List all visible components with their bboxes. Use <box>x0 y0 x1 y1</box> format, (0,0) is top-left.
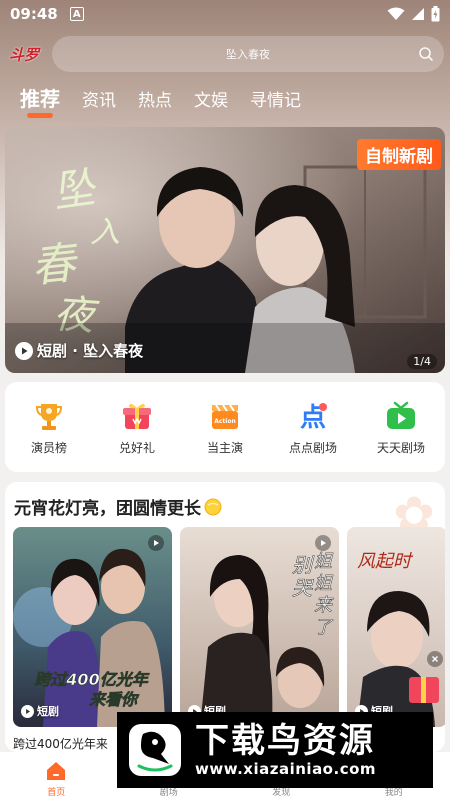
nav-home[interactable]: 首页 <box>26 759 86 798</box>
quick-entry-panel: 演员榜 兑好礼 Action 当主演 点 点点剧场 天天剧场 <box>5 382 445 472</box>
svg-text:来看你: 来看你 <box>89 690 140 709</box>
tab-entertainment[interactable]: 文娱 <box>194 83 228 123</box>
tab-label: 推荐 <box>20 87 60 111</box>
quick-entry-label: 点点剧场 <box>288 440 337 455</box>
tab-recommend[interactable]: 推荐 <box>20 83 60 123</box>
drama-poster-image: 风起时 <box>347 527 445 727</box>
watermark-title: 下载鸟资源 <box>195 721 375 761</box>
drama-card[interactable]: 风起时 短剧 <box>347 527 445 727</box>
battery-icon <box>431 6 440 22</box>
gift-icon <box>123 403 151 429</box>
search-placeholder: 坠入春夜 <box>226 48 270 61</box>
wifi-icon <box>387 7 405 20</box>
self-made-badge: 自制新剧 <box>357 139 441 170</box>
banner-caption: 短剧 · 坠入春夜 <box>15 340 143 361</box>
drama-poster-image: 跨过400亿光年 来看你 <box>13 527 172 727</box>
play-icon <box>21 704 34 718</box>
svg-text:Action: Action <box>214 418 236 425</box>
banner-pager: 1/4 <box>407 354 437 369</box>
drama-card[interactable]: 别 哭 姐 姐 来 了 短剧 <box>180 527 339 727</box>
tab-label: 寻情记 <box>250 91 301 111</box>
status-bar: 09:48 A <box>0 0 450 28</box>
active-tab-indicator <box>27 113 53 118</box>
quick-entry-dot-theater[interactable]: 点 点点剧场 <box>273 399 353 456</box>
close-icon[interactable] <box>427 651 443 667</box>
card-play-icon <box>315 535 331 551</box>
svg-text:来: 来 <box>314 595 334 616</box>
svg-text:跨过400亿光年: 跨过400亿光年 <box>34 670 149 689</box>
clapperboard-icon: Action <box>212 403 238 429</box>
tab-hot[interactable]: 热点 <box>138 83 172 123</box>
status-icons <box>387 6 440 22</box>
quick-entry-label: 兑好礼 <box>118 440 155 455</box>
nav-label: 首页 <box>47 788 66 798</box>
tab-label: 文娱 <box>194 91 228 111</box>
card-tag: 短剧 <box>21 703 59 719</box>
section-title-text: 元宵花灯亮，团圆情更长 <box>14 499 201 519</box>
drama-card-list: 跨过400亿光年 来看你 短剧 别 哭 姐 姐 来 了 风起时 <box>13 527 445 727</box>
section-title: 元宵花灯亮，团圆情更长 <box>14 494 223 519</box>
drama-poster-image: 别 哭 姐 姐 来 了 <box>180 527 339 727</box>
card-tag-label: 短剧 <box>37 705 59 718</box>
quick-entry-star[interactable]: Action 当主演 <box>185 399 265 456</box>
tv-icon <box>387 401 415 429</box>
lantern-icon <box>204 498 222 515</box>
home-icon <box>47 762 66 780</box>
quick-entry-label: 天天剧场 <box>376 440 425 455</box>
drama-card[interactable]: 跨过400亿光年 来看你 短剧 <box>13 527 172 727</box>
hero-banner[interactable]: 坠 入 春 夜 自制新剧 短剧 · 坠入春夜 1/4 <box>5 127 445 373</box>
quick-entry-label: 演员榜 <box>30 440 67 455</box>
notification-icon: A <box>69 7 84 21</box>
svg-text:姐: 姐 <box>314 573 334 594</box>
dot-theater-icon: 点 <box>300 402 327 433</box>
tab-news[interactable]: 资讯 <box>82 83 116 123</box>
tab-label: 资讯 <box>82 91 116 111</box>
bird-logo-icon <box>129 724 181 776</box>
svg-text:风起时: 风起时 <box>357 551 414 572</box>
watermark-banner: 下载鸟资源 www.xiazainiao.com <box>117 712 433 788</box>
signal-icon <box>412 8 424 20</box>
svg-text:别: 别 <box>292 553 315 577</box>
card-caption: 跨过400亿光年来 <box>13 737 108 751</box>
search-icon[interactable] <box>418 46 434 62</box>
search-input[interactable]: 坠入春夜 <box>52 36 444 72</box>
card-play-icon <box>148 535 164 551</box>
top-bar: 斗罗 坠入春夜 <box>0 36 450 72</box>
app-logo[interactable]: 斗罗 <box>2 40 46 68</box>
svg-text:姐: 姐 <box>314 551 334 572</box>
banner-caption-text: 短剧 · 坠入春夜 <box>37 342 144 360</box>
watermark-text: 下载鸟资源 www.xiazainiao.com <box>195 722 376 778</box>
quick-entry-daily-theater[interactable]: 天天剧场 <box>361 399 441 456</box>
svg-text:哭: 哭 <box>292 576 314 600</box>
svg-text:了: 了 <box>314 617 334 638</box>
tab-label: 热点 <box>138 91 172 111</box>
tab-romance[interactable]: 寻情记 <box>250 83 301 123</box>
svg-text:入: 入 <box>90 215 120 250</box>
quick-entry-redeem-gift[interactable]: 兑好礼 <box>97 399 177 456</box>
category-tabs: 推荐 资讯 热点 文娱 寻情记 <box>20 83 301 123</box>
quick-entry-actor-ranking[interactable]: 演员榜 <box>9 399 89 456</box>
watermark-url: www.xiazainiao.com <box>195 760 377 778</box>
quick-entry-label: 当主演 <box>206 440 243 455</box>
trophy-icon <box>35 403 63 430</box>
status-time: 09:48 <box>10 5 58 23</box>
play-icon <box>15 341 33 360</box>
